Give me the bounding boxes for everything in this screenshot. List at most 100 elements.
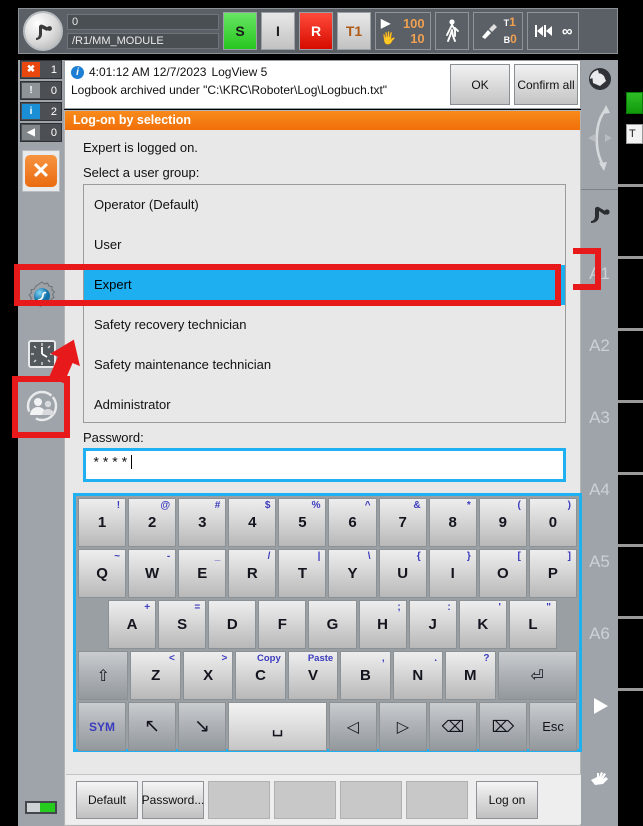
drives-i-button[interactable]: I [261, 12, 295, 50]
ok-button[interactable]: OK [450, 64, 510, 105]
info-counter[interactable]: i 2 [20, 102, 62, 121]
program-number[interactable]: 0 [67, 13, 219, 30]
softkey-4[interactable] [274, 780, 336, 819]
user-group-item-administrator[interactable]: Administrator [84, 385, 565, 425]
key-t[interactable]: | T [278, 549, 327, 598]
tool-base-display[interactable]: T1 B0 [472, 12, 523, 50]
key-x[interactable]: > X [182, 651, 234, 700]
key-k[interactable]: ' K [458, 600, 507, 649]
softkey-3[interactable] [208, 780, 270, 819]
key-u[interactable]: {U [378, 549, 427, 598]
softkey-6[interactable] [406, 780, 468, 819]
t-indicator[interactable]: T [626, 124, 643, 144]
key-n[interactable]: .N [392, 651, 444, 700]
incremental-jog-display[interactable]: ∞ [526, 12, 579, 50]
user-group-list[interactable]: Operator (Default) User Expert Safety re… [83, 184, 566, 423]
key-p[interactable]: ] P [528, 549, 577, 598]
user-group-item-operator[interactable]: Operator (Default) [84, 185, 565, 225]
robot-axis-icon[interactable] [581, 190, 618, 238]
error-counter[interactable]: ✖ 1 [20, 60, 62, 79]
axis-label-a5[interactable]: A5 [581, 526, 618, 598]
axis-label-a4[interactable]: A4 [581, 454, 618, 526]
wait-counter[interactable]: ◀ 0 [20, 123, 62, 142]
settings-gear-icon[interactable] [24, 278, 60, 314]
user-group-item-user[interactable]: User [84, 225, 565, 265]
virtual-keyboard[interactable]: ! 1 @2 #3 $4 % 5 ^ 6 & 7 * 8 (9 ) 0 ~ Q -W _ E /… [73, 493, 582, 752]
axis-label-a6[interactable]: A6 [581, 598, 618, 670]
jog-hand-icon[interactable] [581, 742, 618, 814]
key-7[interactable]: & 7 [378, 498, 427, 547]
key-r[interactable]: / R [228, 549, 277, 598]
key-w[interactable]: -W [128, 549, 177, 598]
key-a[interactable]: + A [108, 600, 157, 649]
key-g[interactable]: G [308, 600, 357, 649]
key-8[interactable]: * 8 [428, 498, 477, 547]
home-icon[interactable]: ↖ [128, 702, 177, 751]
arrow-left-icon[interactable]: ◁ [328, 702, 377, 751]
program-path[interactable]: /R1/MM_MODULE [67, 32, 219, 49]
close-x-icon[interactable]: ✕ [25, 155, 57, 187]
message-text-area[interactable]: i 4:01:12 AM 12/7/2023 LogView 5 Logbook… [65, 61, 448, 108]
key-q[interactable]: ~ Q [78, 549, 127, 598]
drives-r-button[interactable]: R [299, 12, 333, 50]
key-b[interactable]: ,B [340, 651, 391, 700]
key-j[interactable]: :J [408, 600, 457, 649]
axis-label-a2[interactable]: A2 [581, 310, 618, 382]
key-c[interactable]: Copy C [235, 651, 286, 700]
axis-label-a3[interactable]: A3 [581, 382, 618, 454]
backspace-icon[interactable]: ⌫ [428, 702, 477, 751]
shift-icon[interactable]: ⇧ [78, 651, 129, 700]
key-e[interactable]: _ E [178, 549, 227, 598]
play-triangle-icon[interactable] [581, 670, 618, 742]
reorient-arrows-icon[interactable] [584, 101, 616, 180]
password-input[interactable]: **** [83, 448, 566, 482]
password-button[interactable]: Password... [142, 780, 204, 819]
key-d[interactable]: D [208, 600, 257, 649]
warning-counter[interactable]: ! 0 [20, 81, 62, 100]
error-icon: ✖ [22, 62, 40, 77]
home-row-spacer-right [559, 600, 577, 649]
key-s[interactable]: = S [158, 600, 207, 649]
log-on-button[interactable]: Log on [476, 780, 538, 819]
key-y[interactable]: \ Y [328, 549, 377, 598]
jog-mode-button[interactable] [434, 12, 469, 50]
key-5[interactable]: % 5 [278, 498, 327, 547]
key-v[interactable]: Paste V [287, 651, 339, 700]
key-4[interactable]: $4 [228, 498, 277, 547]
program-override-value: 100 [402, 16, 425, 31]
submit-interpreter-button[interactable]: S [223, 12, 257, 50]
key-6[interactable]: ^ 6 [328, 498, 377, 547]
clock-icon[interactable] [24, 336, 60, 372]
user-group-item-safety-maintenance[interactable]: Safety maintenance technician [84, 345, 565, 385]
key-l[interactable]: " L [508, 600, 557, 649]
softkey-5[interactable] [340, 780, 402, 819]
user-group-icon[interactable] [24, 388, 60, 424]
space-icon[interactable]: ␣ [228, 702, 327, 751]
key-2[interactable]: @2 [128, 498, 177, 547]
enter-icon[interactable]: ⏎ [497, 651, 577, 700]
confirm-all-button[interactable]: Confirm all [514, 64, 578, 105]
key-0[interactable]: ) 0 [528, 498, 577, 547]
end-icon[interactable]: ↘ [178, 702, 227, 751]
axis-label-a1[interactable]: A1 [581, 238, 618, 310]
arrow-right-icon[interactable]: ▷ [378, 702, 427, 751]
key-i[interactable]: } I [428, 549, 477, 598]
delete-icon[interactable]: ⌦ [478, 702, 528, 751]
escape-icon[interactable]: Esc [529, 702, 578, 751]
user-group-item-safety-recovery[interactable]: Safety recovery technician [84, 305, 565, 345]
key-m[interactable]: ? M [445, 651, 496, 700]
default-button[interactable]: Default [76, 780, 138, 819]
user-group-item-expert[interactable]: Expert [84, 265, 565, 305]
key-f[interactable]: F [258, 600, 307, 649]
operating-mode-button[interactable]: T1 [337, 12, 371, 50]
key-3[interactable]: #3 [178, 498, 227, 547]
key-h[interactable]: ; H [358, 600, 407, 649]
key-o[interactable]: [O [478, 549, 527, 598]
symbol-icon[interactable]: SYM [78, 702, 127, 751]
key-1[interactable]: ! 1 [78, 498, 127, 547]
override-display[interactable]: ▶ 100 🖐 10 [375, 12, 431, 50]
key-z[interactable]: < Z [130, 651, 181, 700]
key-9[interactable]: (9 [478, 498, 527, 547]
world-coordinates-icon[interactable] [587, 66, 613, 97]
kuka-robot-icon[interactable] [23, 11, 63, 51]
